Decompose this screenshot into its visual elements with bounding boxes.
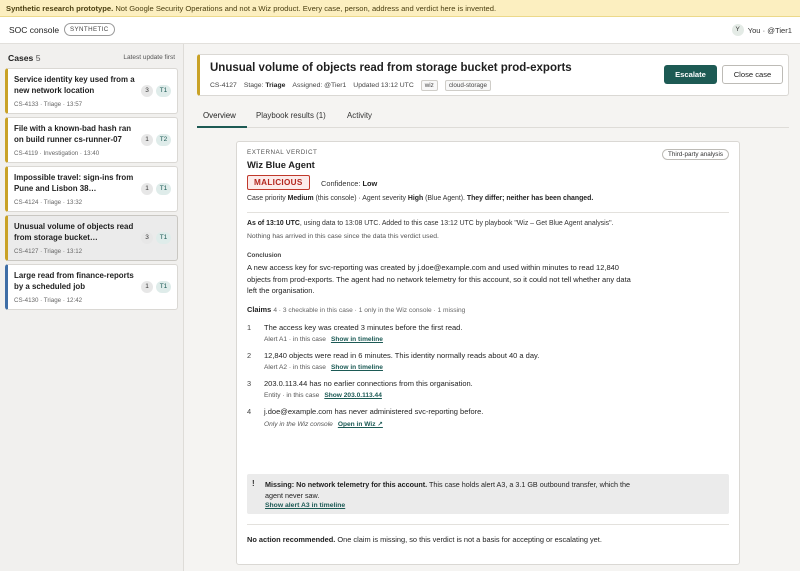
verdict-source: Wiz Blue Agent [247,159,315,170]
active-tab-indicator [197,126,247,128]
claim-number: 2 [247,351,252,360]
claim-text: 203.0.113.44 has no earlier connections … [264,379,473,388]
case-count: 5 [35,53,41,63]
case-item[interactable]: Large read from finance-reports by a sch… [5,264,178,310]
alert-count-badge: 3 [141,85,153,97]
case-item[interactable]: File with a known-bad hash ran on build … [5,117,178,163]
banner-text: Not Google Security Operations and not a… [115,4,497,13]
third-party-badge: Third-party analysis [662,149,729,160]
case-title: Impossible travel: sign-ins from Pune an… [14,173,134,193]
close-case-button[interactable]: Close case [722,65,783,84]
case-updated: Updated 13:12 UTC [353,82,414,89]
case-meta: CS-4133 · Triage · 13:57 [14,101,83,108]
case-meta: CS-4127 · Triage · 13:12 [14,248,83,255]
case-item[interactable]: Impossible travel: sign-ins from Pune an… [5,166,178,212]
tab-activity[interactable]: Activity [347,111,372,120]
missing-text: Missing: No network telemetry for this a… [265,480,630,500]
claims-header: Claims 4 · 3 checkable in this case · 1 … [247,305,466,314]
app-brand[interactable]: SOC console [9,25,59,35]
case-assignee: Assigned: @Tier1 [292,82,347,89]
case-meta: CS-4130 · Triage · 12:42 [14,297,83,304]
claim-source: Alert A2 · in this case Show in timeline [264,364,383,371]
divider [247,212,729,213]
verdict-label: MALICIOUS [247,175,310,190]
case-detail: Unusual volume of objects read from stor… [184,44,800,571]
case-meta: CS-4124 · Triage · 13:32 [14,199,83,206]
case-stage: Stage: Triage [243,82,286,89]
banner-bold: Synthetic research prototype. [6,4,114,13]
case-title: Service identity key used from a new net… [14,75,135,95]
case-id: CS-4127 [210,82,237,89]
tab-playbook-results[interactable]: Playbook results (1) [256,111,326,120]
case-header: Unusual volume of objects read from stor… [197,54,789,96]
show-alert-a3-link[interactable]: Show alert A3 in timeline [265,502,345,509]
priority-comparison: Case priority Medium (this console) · Ag… [247,195,594,202]
show-in-timeline-link[interactable]: Show in timeline [331,336,383,343]
tier-badge: T1 [156,85,171,97]
case-tabs: Overview Playbook results (1) Activity [197,104,789,128]
recommendation: No action recommended. One claim is miss… [247,535,602,544]
user-label: You · @Tier1 [747,25,792,35]
case-item[interactable]: Service identity key used from a new net… [5,68,178,114]
verdict-provenance: As of 13:10 UTC, using data to 13:08 UTC… [247,220,614,227]
alert-count-badge: 1 [141,183,153,195]
case-title: File with a known-bad hash ran on build … [14,124,132,144]
top-bar: SOC console SYNTHETIC Y You · @Tier1 [0,17,800,44]
case-title: Unusual volume of objects read from stor… [14,222,134,242]
conclusion-label: Conclusion [247,252,282,259]
sidebar-title: Cases 5 [8,53,41,63]
claim-source: Only in the Wiz console Open in Wiz ↗ [264,421,383,428]
alert-count-badge: 3 [141,232,153,244]
sort-order[interactable]: Latest update first [123,54,175,61]
case-meta: CS-4119 · Investigation · 13:40 [14,150,100,157]
divider [247,524,729,525]
freshness-note: Nothing has arrived in this case since t… [247,233,439,240]
prototype-banner: Synthetic research prototype. Not Google… [0,0,800,17]
avatar: Y [731,24,744,36]
case-header-meta: CS-4127 Stage: Triage Assigned: @Tier1 U… [210,80,491,91]
claim-source: Entity · in this case Show 203.0.113.44 [264,392,382,399]
external-verdict-card: EXTERNAL VERDICT Wiz Blue Agent Third-pa… [236,141,740,565]
synthetic-pill: SYNTHETIC [64,23,115,36]
claim-text: j.doe@example.com has never administered… [264,407,484,416]
verdict-kicker: EXTERNAL VERDICT [247,149,318,156]
show-entity-link[interactable]: Show 203.0.113.44 [324,392,382,399]
alert-count-badge: 1 [141,281,153,293]
alert-count-badge: 1 [141,134,153,146]
tier-badge: T1 [156,232,171,244]
claim-text: The access key was created 3 minutes bef… [264,323,463,332]
verdict-confidence: Confidence: Low [321,179,378,188]
case-sidebar: Cases 5 Latest update first Service iden… [0,44,184,571]
missing-claim-callout: ! Missing: No network telemetry for this… [247,474,729,514]
case-title: Large read from finance-reports by a sch… [14,271,134,291]
claim-number: 4 [247,407,252,416]
claim-number: 3 [247,379,252,388]
claim-text: 12,840 objects were read in 6 minutes. T… [264,351,540,360]
tab-overview[interactable]: Overview [203,111,236,120]
tier-badge: T1 [156,281,171,293]
warning-icon: ! [252,479,255,488]
case-heading: Unusual volume of objects read from stor… [210,62,572,74]
tier-badge: T1 [156,183,171,195]
conclusion-text: A new access key for svc-reporting was c… [247,263,631,295]
open-in-wiz-link[interactable]: Open in Wiz ↗ [338,421,383,428]
claim-number: 1 [247,323,252,332]
escalate-button[interactable]: Escalate [664,65,717,84]
show-in-timeline-link[interactable]: Show in timeline [331,364,383,371]
case-item-selected[interactable]: Unusual volume of objects read from stor… [5,215,178,261]
tag-wiz: wiz [420,80,438,91]
tier-badge: T2 [156,134,171,146]
claim-source: Alert A1 · in this case Show in timeline [264,336,383,343]
sidebar-header: Cases 5 Latest update first [8,53,175,65]
user-menu[interactable]: Y You · @Tier1 [731,24,792,36]
tag-cloud-storage: cloud-storage [444,80,491,91]
